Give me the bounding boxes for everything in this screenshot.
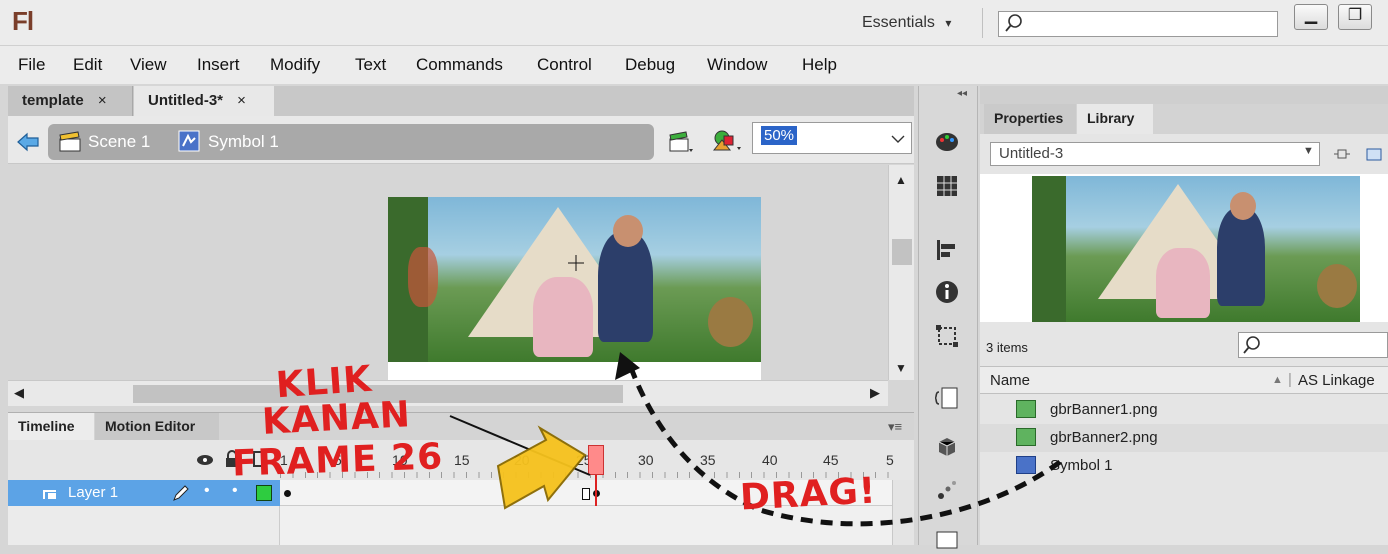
annotation-drag: DRAG! [739,470,878,519]
annotation-kanan: KANAN [261,394,412,443]
annotation-frame: FRAME 26 [231,436,444,485]
yellow-arrow [496,425,587,510]
annotation-overlay [449,352,1062,527]
